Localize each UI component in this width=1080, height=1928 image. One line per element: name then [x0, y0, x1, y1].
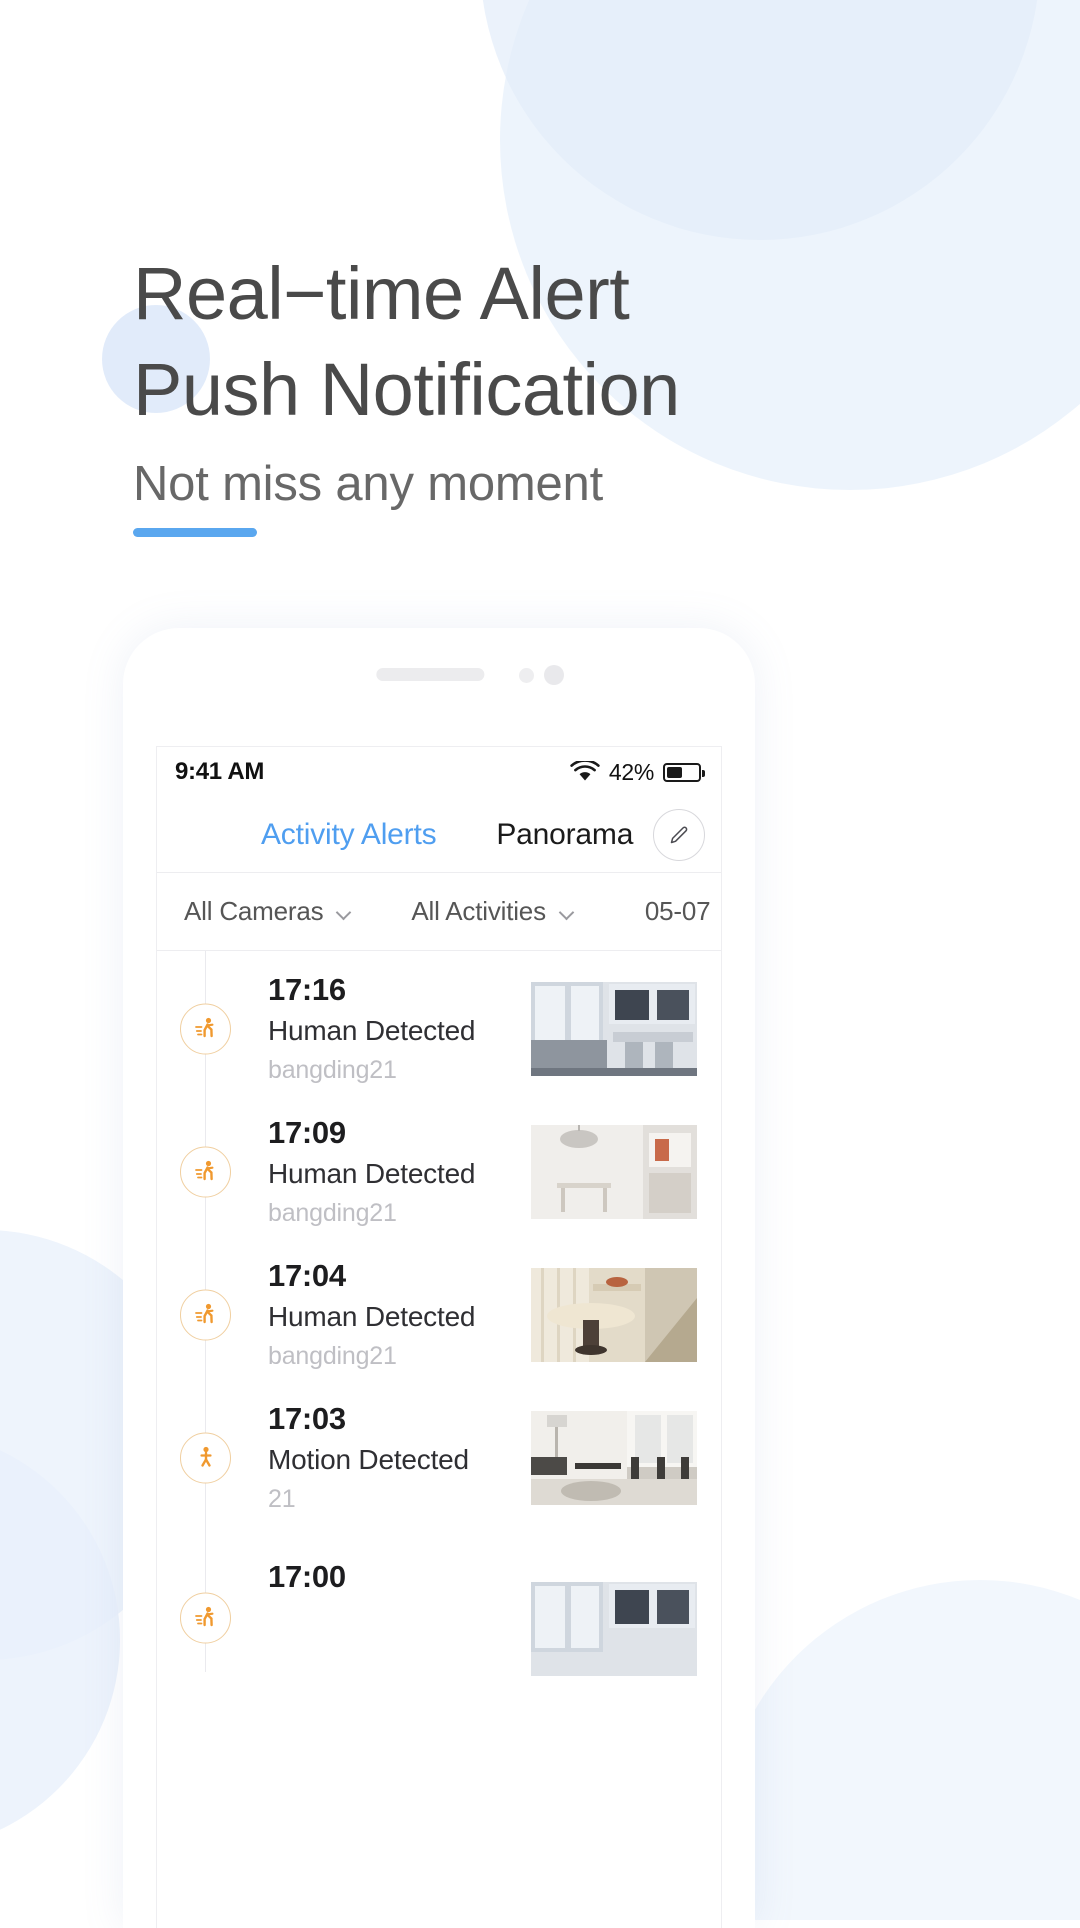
list-item-text: 17:00 — [268, 1557, 346, 1597]
list-item-event: Motion Detected — [268, 1443, 469, 1475]
list-item-time: 17:03 — [268, 1400, 346, 1436]
battery-icon — [663, 762, 705, 782]
phone-bezel-top — [123, 628, 755, 746]
human-running-icon — [180, 1592, 231, 1644]
list-item-text: 17:09 Human Detected bangding21 — [268, 1113, 476, 1231]
edit-button[interactable] — [653, 808, 705, 861]
list-item-source: 21 — [268, 1484, 296, 1513]
list-item-source: bangding21 — [268, 1341, 397, 1370]
tab-activity-alerts[interactable]: Activity Alerts — [261, 818, 437, 852]
list-item[interactable]: 17:03 Motion Detected 21 — [157, 1386, 721, 1529]
list-item-thumbnail[interactable] — [531, 1410, 697, 1505]
chevron-down-icon — [560, 907, 575, 916]
list-item[interactable]: 17:09 Human Detected bangding21 — [157, 1100, 721, 1243]
filter-all-activities[interactable]: All Activities — [411, 896, 574, 927]
phone-mockup: 9:41 AM 42% Activity Alerts Panorama All… — [123, 628, 755, 1928]
blob-bottom-right — [720, 1580, 1080, 1920]
filter-all-cameras[interactable]: All Cameras — [184, 896, 352, 927]
list-item-time: 17:09 — [268, 1114, 346, 1150]
human-running-icon — [180, 1289, 231, 1340]
filter-date[interactable]: 05-07 — [644, 896, 721, 927]
human-running-icon — [180, 1003, 231, 1054]
list-item-event: Human Detected — [268, 1014, 476, 1046]
page-title-line1: Real−time Alert — [133, 252, 630, 335]
list-item-source: bangding21 — [268, 1055, 397, 1084]
list-item-text: 17:04 Human Detected bangding21 — [268, 1256, 476, 1374]
human-standing-icon — [180, 1432, 231, 1483]
activity-list: 17:16 Human Detected bangding21 17:09 Hu… — [157, 951, 721, 1676]
list-item-time: 17:04 — [268, 1257, 346, 1293]
tab-panorama[interactable]: Panorama — [496, 818, 633, 852]
status-bar: 9:41 AM 42% — [157, 747, 721, 797]
list-item-event: Human Detected — [268, 1157, 476, 1189]
list-item-thumbnail[interactable] — [531, 1124, 697, 1219]
list-item-thumbnail[interactable] — [531, 981, 697, 1076]
filter-all-activities-label: All Activities — [411, 896, 546, 926]
filter-bar: All Cameras All Activities 05-07 — [157, 873, 721, 951]
phone-speaker — [376, 668, 485, 681]
list-item-thumbnail[interactable] — [531, 1267, 697, 1362]
list-item-text: 17:16 Human Detected bangding21 — [268, 970, 476, 1088]
battery-percent-label: 42% — [608, 758, 654, 785]
chevron-down-icon — [337, 907, 352, 916]
list-item[interactable]: 17:16 Human Detected bangding21 — [157, 957, 721, 1100]
tab-bar: Activity Alerts Panorama — [157, 797, 721, 873]
filter-date-label: 05-07 — [644, 896, 711, 926]
page-title-line2: Push Notification — [133, 348, 680, 431]
list-item-event: Human Detected — [268, 1300, 476, 1332]
status-indicators: 42% — [570, 758, 705, 786]
pencil-icon — [670, 826, 688, 843]
list-item-thumbnail[interactable] — [531, 1582, 697, 1676]
human-running-icon — [180, 1146, 231, 1197]
list-item-time: 17:16 — [268, 971, 346, 1007]
list-item[interactable]: 17:00 — [157, 1529, 721, 1676]
accent-underline-bar — [133, 528, 257, 537]
list-item-text: 17:03 Motion Detected 21 — [268, 1399, 469, 1517]
list-item-time: 17:00 — [268, 1559, 346, 1594]
page-subtitle: Not miss any moment — [133, 457, 604, 511]
filter-all-cameras-label: All Cameras — [184, 896, 324, 926]
hero-headline-block: Real−time Alert Push Notification Not mi… — [133, 246, 680, 537]
list-item-source: bangding21 — [268, 1198, 397, 1227]
wifi-icon — [570, 761, 600, 781]
phone-camera-icon — [544, 665, 564, 685]
status-time: 9:41 AM — [175, 758, 265, 785]
phone-sensor-icon — [519, 668, 534, 683]
phone-screen: 9:41 AM 42% Activity Alerts Panorama All… — [156, 746, 722, 1928]
list-item[interactable]: 17:04 Human Detected bangding21 — [157, 1243, 721, 1386]
